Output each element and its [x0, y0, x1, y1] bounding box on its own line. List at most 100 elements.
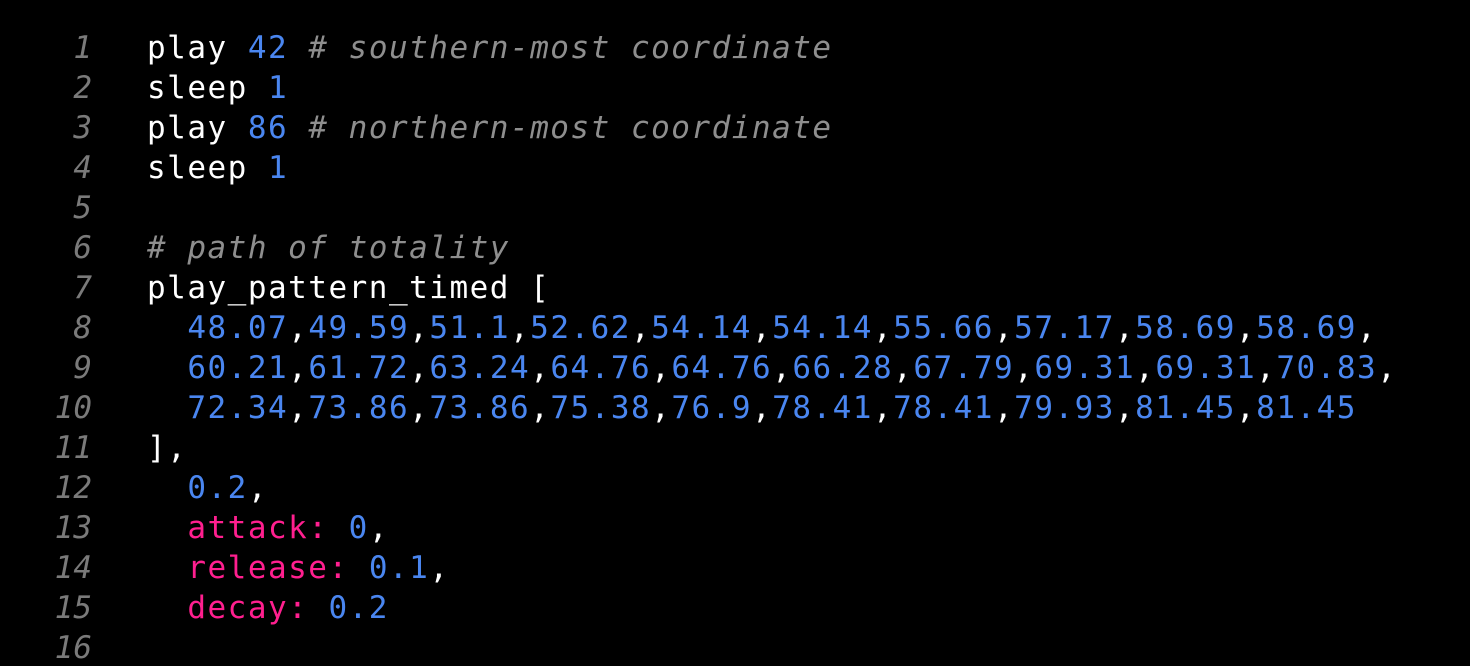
code-token: , [530, 390, 551, 426]
line-number: 15 [54, 590, 92, 626]
number-literal: 78.41 [772, 390, 873, 426]
line-number: 11 [54, 430, 92, 466]
code-token: , [409, 350, 430, 386]
number-literal: 78.41 [893, 390, 994, 426]
code-token: , [409, 390, 430, 426]
line-number: 2 [73, 70, 92, 106]
line-number: 8 [73, 310, 92, 346]
code-text[interactable]: # path of totality [147, 228, 510, 268]
code-token: , [530, 350, 551, 386]
line-number: 3 [73, 110, 92, 146]
number-literal: 55.66 [893, 310, 994, 346]
code-token: , [1235, 390, 1257, 426]
code-editor[interactable]: 1 play 42 # southern-most coordinate 2 slee… [0, 0, 1470, 666]
number-literal: 61.72 [308, 350, 410, 386]
code-token: , [429, 550, 450, 586]
code-text[interactable]: play_pattern_timed [ [147, 268, 550, 308]
number-literal: 57.17 [1014, 310, 1115, 346]
code-token: , [247, 470, 268, 506]
code-token: , [751, 390, 773, 426]
code-token: , [1256, 350, 1277, 386]
code-token: , [1114, 390, 1136, 426]
code-token: , [288, 390, 309, 426]
line-number: 12 [54, 470, 92, 506]
keyword-symbol: decay: [187, 590, 309, 626]
number-literal: 73.86 [308, 390, 410, 426]
code-token: sleep [147, 150, 248, 186]
number-literal: 0.2 [187, 470, 248, 506]
code-token: , [872, 390, 894, 426]
code-token: , [893, 350, 914, 386]
code-text[interactable]: 48.07,49.59,51.1,52.62,54.14,54.14,55.66… [147, 308, 1377, 348]
code-token: ], [147, 430, 188, 466]
number-literal: 60.21 [187, 350, 289, 386]
code-token: , [1135, 350, 1156, 386]
code-text[interactable]: decay: 0.2 [147, 588, 389, 628]
code-text[interactable]: sleep 1 [147, 148, 288, 188]
number-literal: 54.14 [651, 310, 752, 346]
number-literal: 54.14 [772, 310, 873, 346]
line-number: 4 [73, 150, 92, 186]
code-text[interactable]: release: 0.1, [147, 548, 449, 588]
number-literal: 81.45 [1256, 390, 1357, 426]
number-literal: 70.83 [1276, 350, 1378, 386]
code-token: [ [509, 270, 551, 306]
number-literal: 0.1 [368, 550, 430, 586]
number-literal: 69.31 [1034, 350, 1136, 386]
line-number: 7 [73, 270, 92, 306]
number-literal: 73.86 [429, 390, 531, 426]
code-text[interactable]: play 42 # southern-most coordinate [147, 28, 833, 68]
code-token: , [1114, 310, 1136, 346]
comment: # northern-most coordinate [308, 110, 833, 146]
code-token: , [368, 510, 389, 546]
comment: # southern-most coordinate [308, 30, 833, 66]
number-literal: 76.9 [671, 390, 752, 426]
code-token: , [751, 310, 773, 346]
number-literal: 1 [268, 150, 289, 186]
number-literal: 79.93 [1014, 390, 1115, 426]
line-number: 5 [73, 190, 92, 226]
code-text[interactable]: play 86 # northern-most coordinate [147, 108, 833, 148]
number-literal: 48.07 [187, 310, 289, 346]
code-token: , [651, 350, 672, 386]
number-literal: 0.2 [328, 590, 389, 626]
code-text[interactable]: 0.2, [147, 468, 268, 508]
number-literal: 64.76 [671, 350, 773, 386]
code-text[interactable]: 60.21,61.72,63.24,64.76,64.76,66.28,67.7… [147, 348, 1397, 388]
number-literal: 0 [348, 510, 369, 546]
number-literal: 69.31 [1155, 350, 1257, 386]
number-literal: 66.28 [792, 350, 894, 386]
number-literal: 86 [247, 110, 289, 146]
code-text[interactable]: sleep 1 [147, 68, 288, 108]
code-token: , [288, 310, 309, 346]
number-literal: 1 [268, 70, 289, 106]
code-text[interactable]: attack: 0, [147, 508, 389, 548]
number-literal: 58.69 [1256, 310, 1357, 346]
number-literal: 72.34 [187, 390, 289, 426]
number-literal: 75.38 [550, 390, 652, 426]
line-number: 14 [54, 550, 92, 586]
number-literal: 51.1 [429, 310, 510, 346]
line-number: 6 [73, 230, 92, 266]
code-token: , [651, 390, 672, 426]
number-literal: 64.76 [550, 350, 652, 386]
number-literal: 42 [247, 30, 289, 66]
number-literal: 52.62 [530, 310, 631, 346]
code-text[interactable]: 72.34,73.86,73.86,75.38,76.9,78.41,78.41… [147, 388, 1357, 428]
code-text[interactable]: ], [147, 428, 187, 468]
code-token: , [772, 350, 793, 386]
code-token: , [409, 310, 430, 346]
code-token: , [630, 310, 652, 346]
number-literal: 58.69 [1135, 310, 1236, 346]
number-literal: 81.45 [1135, 390, 1236, 426]
